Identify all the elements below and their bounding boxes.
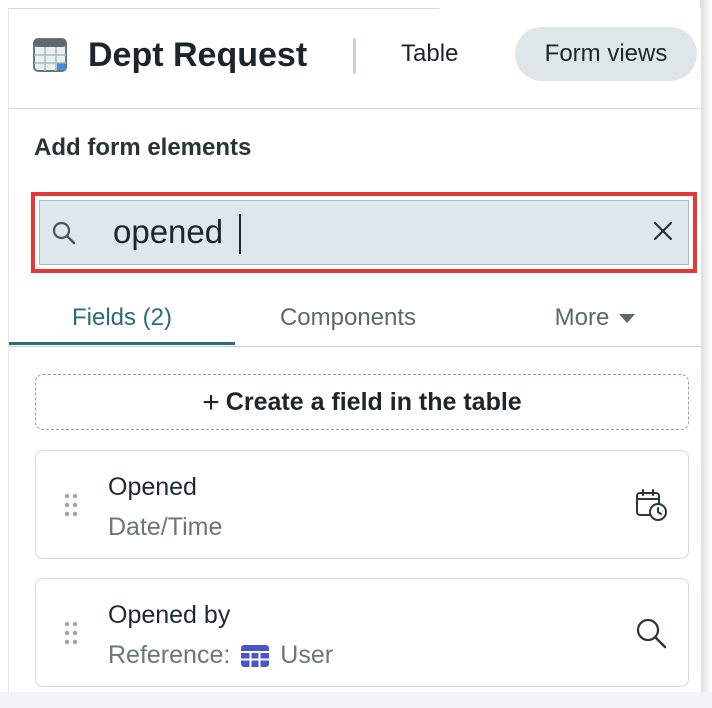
close-icon[interactable] bbox=[651, 219, 675, 243]
page-title: Dept Request bbox=[88, 36, 308, 74]
active-tab-indicator bbox=[9, 342, 235, 345]
drag-handle-icon[interactable] bbox=[64, 621, 78, 645]
header-divider bbox=[353, 38, 356, 74]
field-card-opened[interactable]: Opened Date/Time bbox=[35, 450, 689, 559]
field-name: Opened bbox=[108, 473, 197, 501]
text-caret bbox=[239, 214, 241, 254]
search-icon bbox=[636, 618, 667, 649]
header: Dept Request Table Form views bbox=[9, 8, 701, 109]
calendar-clock-icon bbox=[636, 489, 667, 521]
field-type: Date/Time bbox=[108, 513, 223, 541]
section-title: Add form elements bbox=[34, 134, 252, 161]
tab-more-label: More bbox=[554, 304, 610, 331]
element-tabs: Fields (2) Components More bbox=[9, 298, 701, 347]
tab-more[interactable]: More bbox=[525, 298, 665, 344]
search-icon bbox=[52, 221, 76, 245]
create-field-label: Create a field in the table bbox=[225, 388, 522, 416]
chevron-down-icon bbox=[619, 314, 636, 324]
frame-shadow-bottom bbox=[0, 692, 712, 708]
plus-icon: + bbox=[202, 386, 220, 419]
field-type: Reference: User bbox=[108, 641, 333, 670]
tab-table[interactable]: Table bbox=[385, 28, 474, 80]
form-elements-panel: Dept Request Table Form views Add form e… bbox=[8, 8, 701, 692]
table-grid-icon bbox=[241, 644, 270, 667]
table-icon bbox=[33, 38, 67, 72]
frame-shadow bbox=[700, 0, 712, 708]
tab-fields[interactable]: Fields (2) bbox=[9, 298, 235, 344]
tab-form-views[interactable]: Form views bbox=[515, 27, 697, 81]
tab-components[interactable]: Components bbox=[235, 298, 461, 344]
field-name: Opened by bbox=[108, 601, 231, 629]
reference-table-name: User bbox=[280, 641, 334, 669]
create-field-button[interactable]: + Create a field in the table bbox=[35, 374, 689, 430]
drag-handle-icon[interactable] bbox=[64, 493, 78, 517]
field-card-opened-by[interactable]: Opened by Reference: User bbox=[35, 578, 689, 687]
search-input[interactable] bbox=[113, 206, 633, 258]
field-type-prefix: Reference: bbox=[108, 641, 231, 669]
